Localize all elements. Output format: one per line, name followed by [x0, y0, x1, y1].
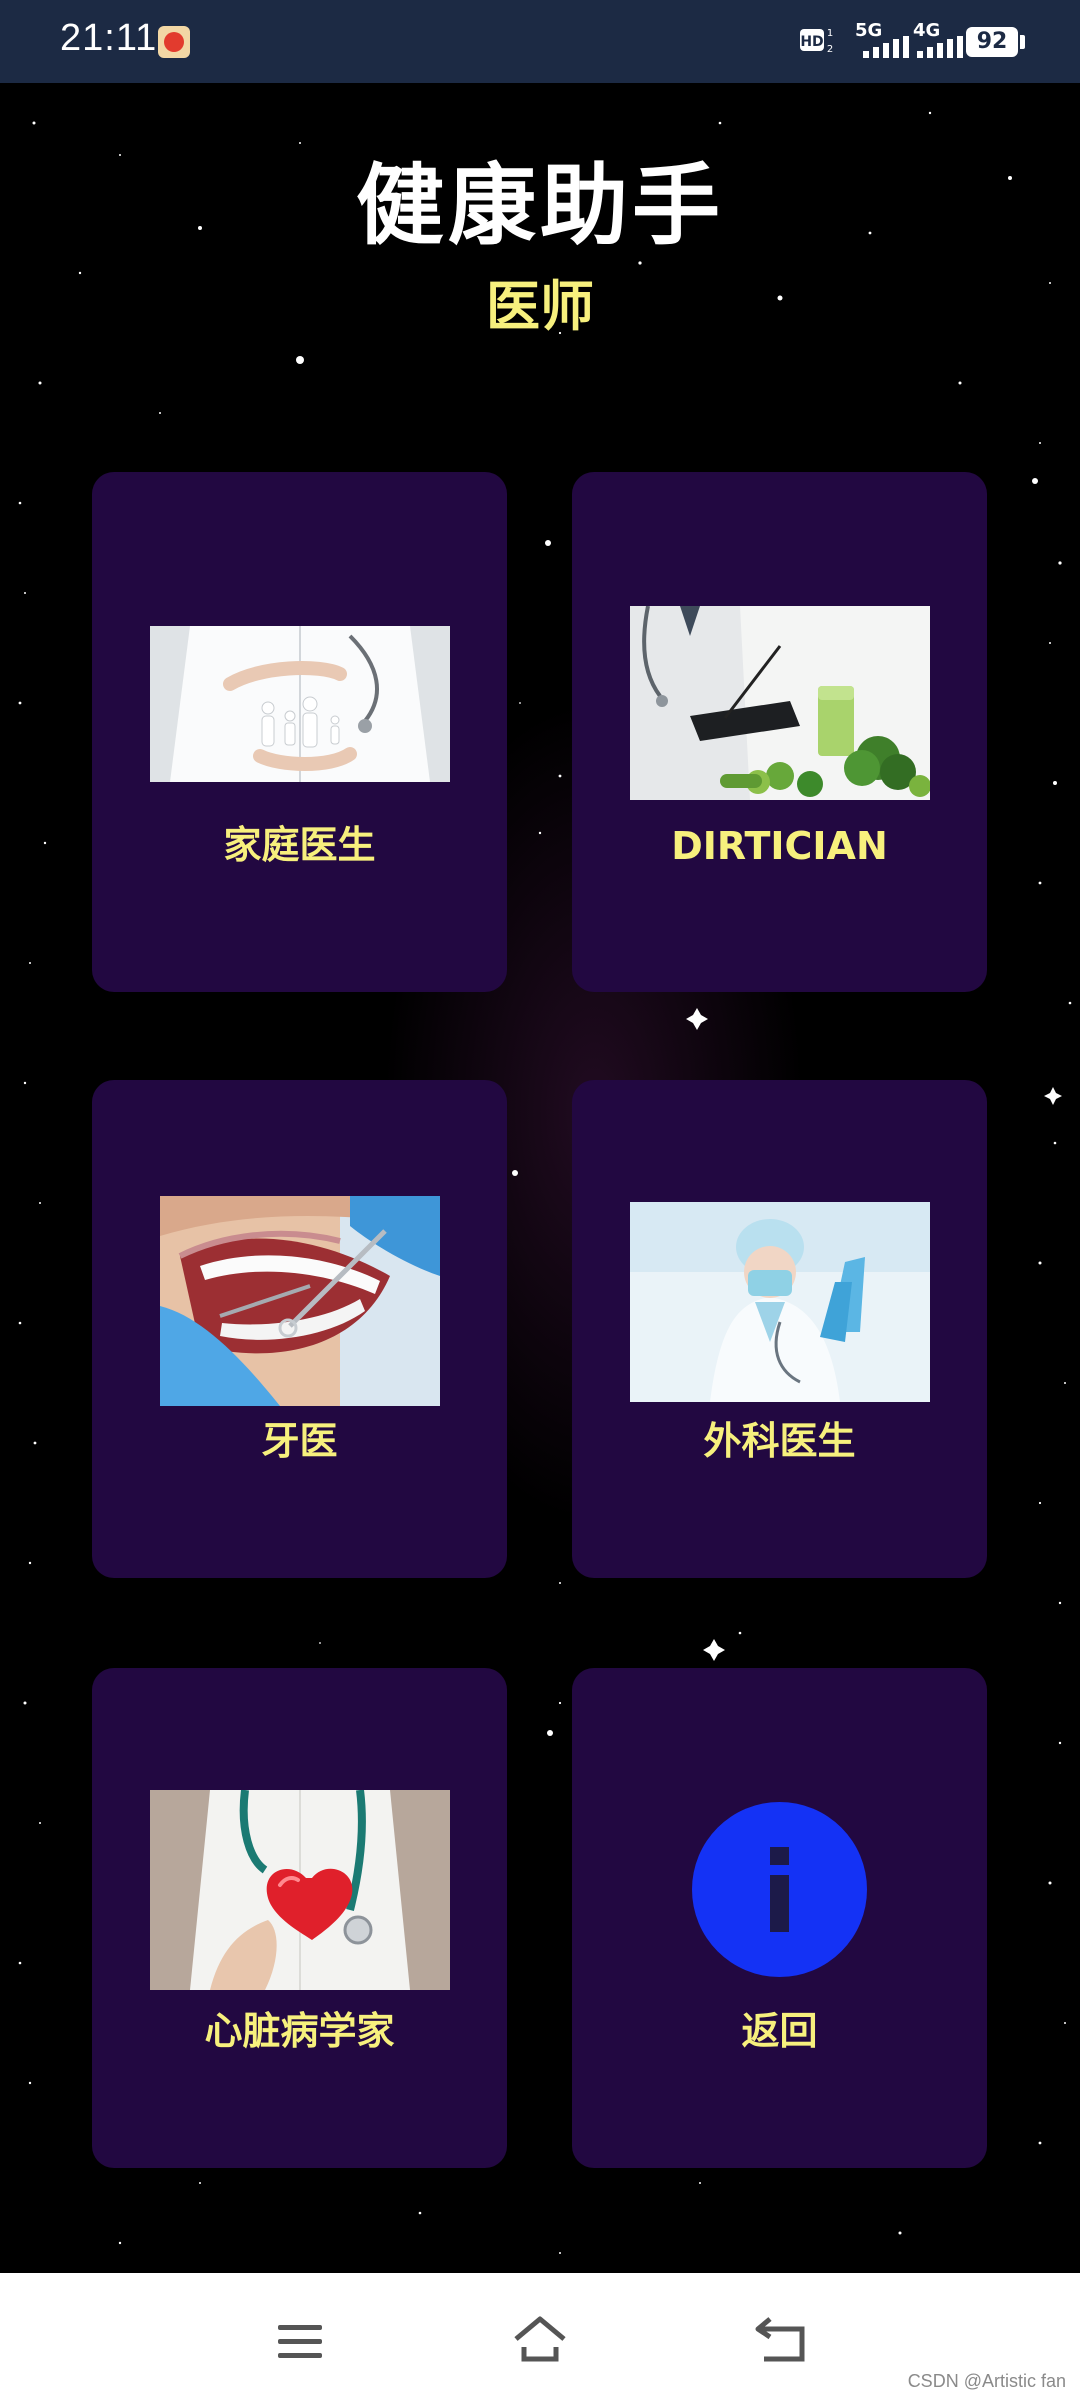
cardiologist-card[interactable]: 心脏病学家: [92, 1668, 507, 2168]
back-card[interactable]: 返回: [572, 1668, 987, 2168]
family-doctor-card[interactable]: 家庭医生: [92, 472, 507, 992]
dentist-label: 牙医: [261, 1419, 338, 1463]
menu-icon[interactable]: [270, 2311, 330, 2371]
signal-4g-icon: 4G: [913, 20, 973, 60]
svg-text:2: 2: [827, 44, 833, 55]
family-doctor-label: 家庭医生: [223, 823, 376, 867]
back-icon[interactable]: [750, 2311, 810, 2371]
battery-cap: [1020, 35, 1025, 49]
system-navigation-bar: CSDN @Artistic fan: [0, 2273, 1080, 2400]
surgeon-photo: [630, 1202, 930, 1402]
hd-voice-icon: HD 1 2: [800, 28, 833, 55]
dietician-label: DIRTICIAN: [671, 824, 888, 868]
cardiologist-label: 心脏病学家: [204, 2009, 395, 2053]
back-label: 返回: [741, 2009, 818, 2053]
battery-indicator: 92: [966, 27, 1018, 57]
home-icon[interactable]: [510, 2311, 570, 2371]
watermark: CSDN @Artistic fan: [907, 2371, 1066, 2391]
dietician-card[interactable]: DIRTICIAN: [572, 472, 987, 992]
svg-text:1: 1: [827, 28, 833, 39]
surgeon-label: 外科医生: [703, 1419, 856, 1463]
app-title: 健康助手: [355, 154, 724, 257]
family-doctor-photo: [150, 626, 450, 782]
dentist-photo: [160, 1196, 440, 1406]
svg-text:HD: HD: [800, 34, 823, 50]
signal-5g-icon: 5G: [855, 20, 915, 60]
status-bar: 21:11 HD 1 2 5G 4G 92: [0, 0, 1080, 83]
dietician-photo: [630, 606, 930, 800]
dentist-card[interactable]: 牙医: [92, 1080, 507, 1578]
cardiologist-photo: [150, 1790, 450, 1990]
status-time: 21:11: [60, 17, 158, 59]
tomato-icon: [158, 26, 190, 58]
surgeon-card[interactable]: 外科医生: [572, 1080, 987, 1578]
page-subtitle: 医师: [486, 275, 594, 338]
info-icon: [692, 1802, 867, 1977]
